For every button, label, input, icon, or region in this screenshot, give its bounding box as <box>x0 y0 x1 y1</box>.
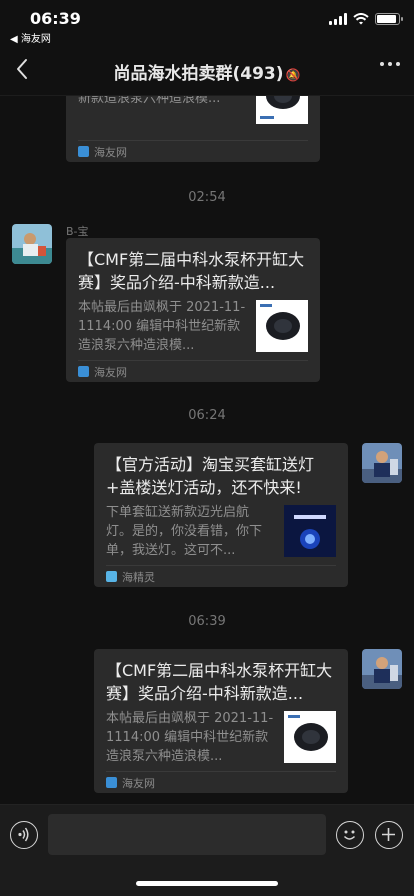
card-thumbnail <box>284 505 336 557</box>
back-to-app-link[interactable]: ◀ 海友网 <box>10 30 51 45</box>
link-card[interactable]: 11-1114:00 编辑中科世纪新款造浪泵六种造浪模... 海友网 <box>66 96 320 162</box>
chat-title-text: 尚品海水拍卖群(493) <box>113 64 284 84</box>
voice-icon[interactable] <box>10 821 38 849</box>
home-indicator[interactable] <box>136 881 278 886</box>
card-thumbnail <box>256 96 308 124</box>
card-thumbnail <box>256 300 308 352</box>
emoji-icon[interactable] <box>336 821 364 849</box>
avatar-self[interactable] <box>362 443 402 483</box>
nav-bar: 尚品海水拍卖群(493) 🔕 <box>0 44 414 96</box>
plus-icon[interactable] <box>375 821 403 849</box>
card-description: 下单套缸送新款迈光启航灯。是的，你没看错，你下单，我送灯。这可不... <box>106 505 263 558</box>
haiyouwang-logo-icon <box>78 366 89 377</box>
card-description: 11-1114:00 编辑中科世纪新款造浪泵六种造浪模... <box>78 96 221 106</box>
card-source: 海友网 <box>78 360 308 382</box>
card-title: 【CMF第二届中科水泵杯开缸大赛】奖品介绍-中科新款造... <box>106 661 333 703</box>
card-source: 海友网 <box>78 140 308 162</box>
time-separator: 02:54 <box>188 190 226 205</box>
cellular-signal-icon <box>329 13 347 25</box>
link-card[interactable]: 【官方活动】淘宝买套缸送灯+盖楼送灯活动，还不快来! 下单套缸送新款迈光启航灯。… <box>94 443 348 587</box>
time-separator: 06:39 <box>188 614 226 629</box>
status-icons <box>329 13 403 25</box>
wifi-icon <box>353 13 369 25</box>
status-time: 06:39 <box>30 9 81 28</box>
card-title: 【官方活动】淘宝买套缸送灯+盖楼送灯活动，还不快来! <box>106 455 315 497</box>
card-description: 本帖最后由飒枫于 2021-11-1114:00 编辑中科世纪新款造浪泵六种造浪… <box>78 300 246 353</box>
sender-name: B-宝 <box>66 225 89 238</box>
card-description: 本帖最后由飒枫于 2021-11-1114:00 编辑中科世纪新款造浪泵六种造浪… <box>106 711 274 764</box>
haiyouwang-logo-icon <box>106 777 117 788</box>
card-source: 海精灵 <box>106 565 336 587</box>
chat-area[interactable]: 11-1114:00 编辑中科世纪新款造浪泵六种造浪模... 海友网 02:54… <box>0 96 414 804</box>
link-card[interactable]: 【CMF第二届中科水泵杯开缸大赛】奖品介绍-中科新款造... 本帖最后由飒枫于 … <box>66 238 320 382</box>
card-title: 【CMF第二届中科水泵杯开缸大赛】奖品介绍-中科新款造... <box>78 250 305 292</box>
status-bar: 06:39 ◀ 海友网 <box>0 0 414 45</box>
avatar-b-bao[interactable] <box>12 224 52 264</box>
avatar-self[interactable] <box>362 649 402 689</box>
card-thumbnail <box>284 711 336 763</box>
time-separator: 06:24 <box>188 408 226 423</box>
message-input[interactable] <box>48 814 326 855</box>
haijingling-logo-icon <box>106 571 117 582</box>
battery-icon <box>375 13 403 25</box>
more-dots-icon[interactable] <box>380 62 400 66</box>
card-source: 海友网 <box>106 771 336 793</box>
bell-slash-icon: 🔕 <box>285 68 301 82</box>
haiyouwang-logo-icon <box>78 146 89 157</box>
link-card[interactable]: 【CMF第二届中科水泵杯开缸大赛】奖品介绍-中科新款造... 本帖最后由飒枫于 … <box>94 649 348 793</box>
chat-title[interactable]: 尚品海水拍卖群(493) 🔕 <box>0 59 414 84</box>
